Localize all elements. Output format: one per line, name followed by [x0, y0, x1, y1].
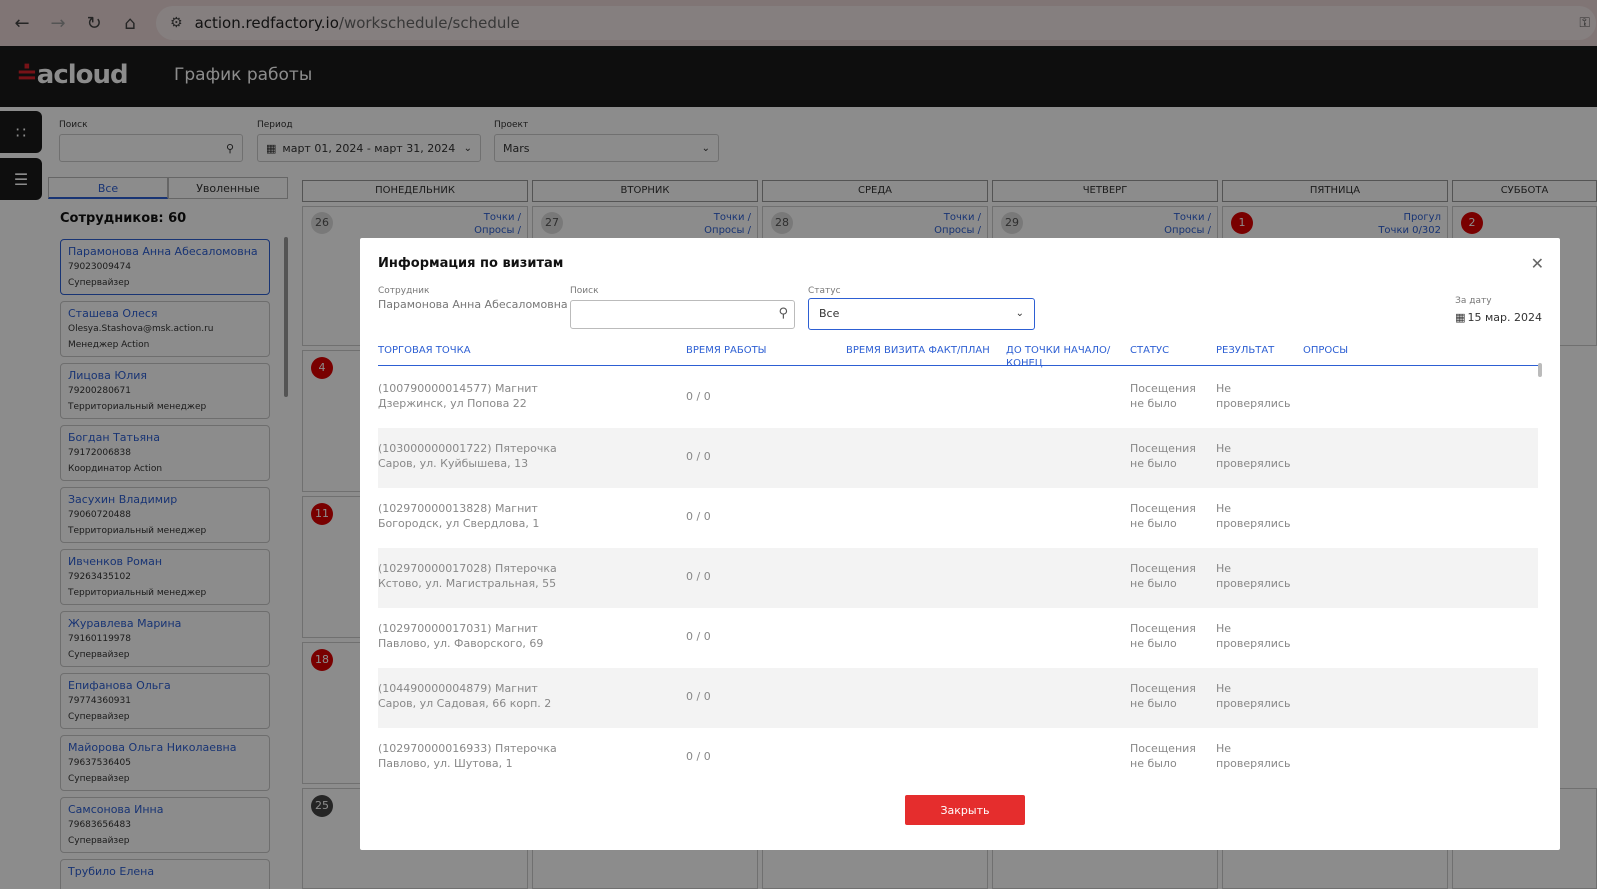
search-icon: ⚲	[778, 306, 788, 321]
table-row[interactable]: (102970000016933) Пятерочка Павлово, ул. …	[378, 728, 1538, 778]
calendar-icon: ▦	[1455, 311, 1466, 324]
chevron-down-icon: ⌄	[1015, 308, 1024, 319]
table-row[interactable]: (102970000013828) Магнит Богородск, ул Св…	[378, 488, 1538, 548]
visits-table-body: (100790000014577) Магнит Дзержинск, ул По…	[378, 368, 1538, 778]
table-row[interactable]: (100790000014577) Магнит Дзержинск, ул По…	[378, 368, 1538, 428]
column-header[interactable]: ОПРОСЫ	[1303, 344, 1348, 357]
date-label: За дату	[1455, 296, 1492, 306]
table-row[interactable]: (102970000017031) Магнит Павлово, ул. Фав…	[378, 608, 1538, 668]
modal-search-label: Поиск	[570, 286, 599, 296]
status-select[interactable]: Все ⌄	[808, 298, 1035, 330]
column-header[interactable]: СТАТУС	[1130, 344, 1169, 357]
table-row[interactable]: (104490000004879) Магнит Саров, ул Садова…	[378, 668, 1538, 728]
date-filter[interactable]: За дату ▦ 15 мар. 2024	[1455, 296, 1542, 324]
column-header[interactable]: ТОРГОВАЯ ТОЧКА	[378, 344, 471, 357]
table-row[interactable]: (102970000017028) Пятерочка Кстово, ул. М…	[378, 548, 1538, 608]
table-header: ТОРГОВАЯ ТОЧКА ВРЕМЯ РАБОТЫ ВРЕМЯ ВИЗИТА…	[378, 344, 1538, 369]
column-header[interactable]: ДО ТОЧКИ НАЧАЛО/ КОНЕЦ	[1006, 344, 1116, 370]
visits-info-modal: Информация по визитам ✕ Сотрудник Парамо…	[360, 238, 1560, 850]
table-scrollbar[interactable]	[1538, 363, 1542, 377]
modal-search-input[interactable]: ⚲	[570, 300, 795, 329]
date-value: 15 мар. 2024	[1467, 311, 1542, 324]
employee-label: Сотрудник	[378, 286, 430, 296]
column-header[interactable]: ВРЕМЯ РАБОТЫ	[686, 344, 767, 357]
close-button[interactable]: Закрыть	[905, 795, 1025, 825]
status-label: Статус	[808, 286, 841, 296]
column-header[interactable]: РЕЗУЛЬТАТ	[1216, 344, 1274, 357]
table-row[interactable]: (103000000001722) Пятерочка Саров, ул. Ку…	[378, 428, 1538, 488]
close-icon[interactable]: ✕	[1531, 254, 1544, 273]
modal-title: Информация по визитам	[378, 256, 564, 271]
column-header[interactable]: ВРЕМЯ ВИЗИТА ФАКТ/ПЛАН	[846, 344, 990, 357]
employee-value: Парамонова Анна Абесаломовна	[378, 298, 568, 311]
